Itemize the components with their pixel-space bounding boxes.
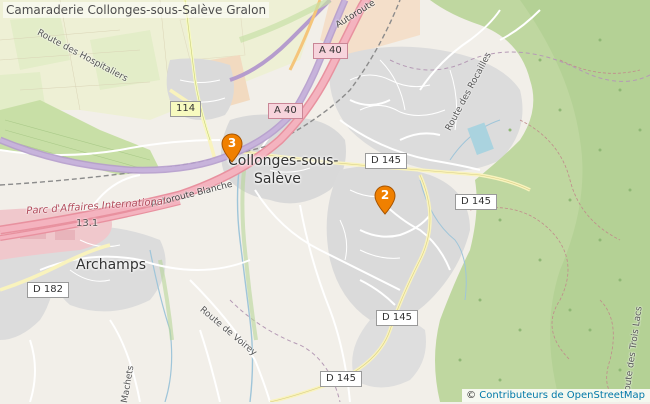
- page-title: Camaraderie Collonges-sous-Salève Gralon: [3, 2, 270, 18]
- map-marker-2[interactable]: 2: [374, 185, 396, 215]
- map-attribution: © Contributeurs de OpenStreetMap: [462, 389, 650, 402]
- place-archamps: Archamps: [76, 257, 146, 273]
- place-collonges-line2: Salève: [254, 171, 301, 187]
- marker-number: 2: [380, 188, 390, 202]
- road-shield-d145-east: D 145: [455, 194, 497, 210]
- map-marker-3[interactable]: 3: [221, 133, 243, 163]
- place-collonges-line1: Collonges-sous-: [228, 153, 339, 169]
- road-shield-d145-bottom: D 145: [320, 371, 362, 387]
- road-shield-d145-north: D 145: [365, 153, 407, 169]
- poi-parc-affaires-number: 13.1: [76, 218, 99, 229]
- road-shield-d145-south: D 145: [376, 310, 418, 326]
- copyright-symbol: ©: [466, 390, 477, 401]
- road-shield-a40-center: A 40: [268, 103, 303, 119]
- road-shield-a40-north: A 40: [313, 43, 348, 59]
- road-shield-d182: D 182: [27, 282, 69, 298]
- attribution-link[interactable]: Contributeurs de OpenStreetMap: [479, 390, 645, 401]
- marker-number: 3: [227, 136, 237, 150]
- road-shield-114: 114: [170, 101, 202, 117]
